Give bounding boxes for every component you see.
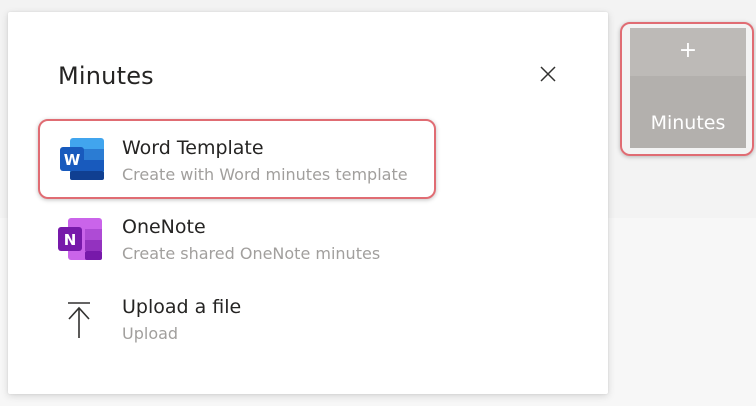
onenote-option[interactable]: N OneNote Create shared OneNote minutes: [48, 208, 438, 274]
minutes-tile-button[interactable]: + Minutes: [630, 28, 746, 148]
option-subtitle: Create with Word minutes template: [122, 165, 408, 184]
minutes-popup: Minutes W Word Template Create with Word…: [8, 12, 608, 394]
close-icon: [540, 66, 556, 82]
close-button[interactable]: [534, 60, 562, 88]
word-icon: W: [60, 138, 104, 180]
tile-label: Minutes: [650, 112, 726, 134]
upload-icon: [68, 302, 90, 338]
option-subtitle: Create shared OneNote minutes: [122, 244, 381, 263]
option-title: Word Template: [122, 137, 264, 159]
option-subtitle: Upload: [122, 324, 179, 343]
option-title: Upload a file: [122, 296, 242, 318]
plus-icon: +: [678, 38, 698, 63]
popup-title: Minutes: [58, 62, 154, 90]
upload-file-option[interactable]: Upload a file Upload: [48, 288, 438, 354]
svg-text:N: N: [64, 231, 77, 249]
svg-text:W: W: [64, 151, 81, 169]
onenote-icon: N: [58, 218, 102, 260]
option-title: OneNote: [122, 216, 206, 238]
word-template-option[interactable]: W Word Template Create with Word minutes…: [38, 119, 436, 199]
